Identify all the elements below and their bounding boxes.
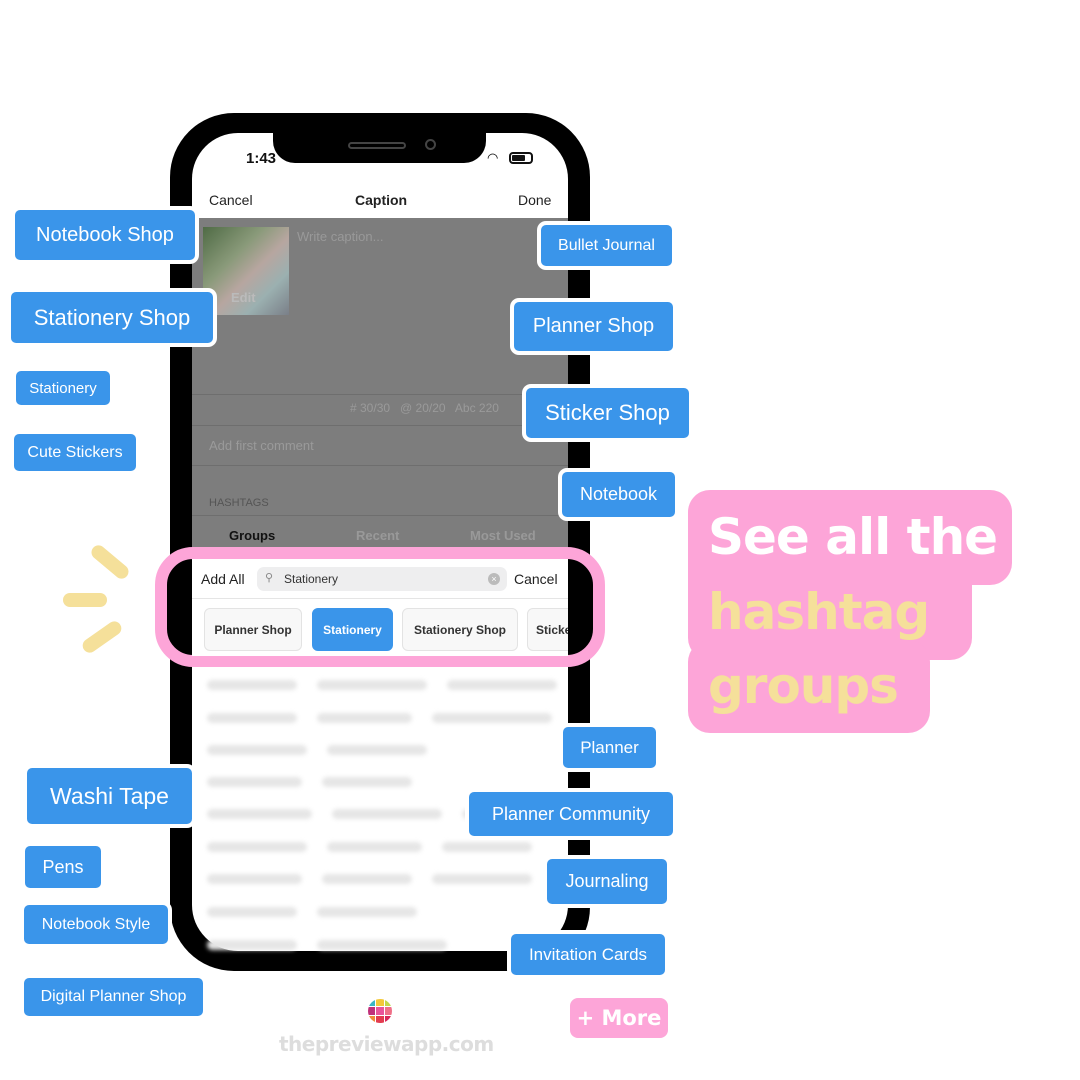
blurred-hashtag xyxy=(442,842,532,852)
clear-icon[interactable]: × xyxy=(488,573,500,585)
search-cancel-button[interactable]: Cancel xyxy=(514,571,558,587)
divider xyxy=(192,598,568,599)
hashtag-group-tag[interactable]: Stationery Shop xyxy=(11,292,213,343)
blurred-hashtag xyxy=(332,809,442,819)
chip-stationery-shop[interactable]: Stationery Shop xyxy=(402,608,518,651)
hashtags-label: HASHTAGS xyxy=(209,497,269,509)
app-logo xyxy=(368,999,392,1023)
caption-counts: # 30/30 @ 20/20 Abc 220 xyxy=(350,401,499,415)
hashtag-group-tag[interactable]: Notebook xyxy=(562,472,675,517)
chip-row: Planner Shop Stationery Stationery Shop … xyxy=(192,600,568,656)
hashtag-group-tag[interactable]: Bullet Journal xyxy=(541,225,672,266)
promo-line-2: hashtag xyxy=(708,583,930,641)
blurred-hashtag xyxy=(317,680,427,690)
blurred-hashtag xyxy=(432,874,532,884)
divider xyxy=(192,465,568,466)
hashtag-group-tag[interactable]: Pens xyxy=(25,846,101,888)
hashtag-group-tag[interactable]: Planner Shop xyxy=(514,302,673,351)
hashtag-group-tag[interactable]: Invitation Cards xyxy=(511,934,665,975)
search-value: Stationery xyxy=(284,572,339,586)
tab-groups[interactable]: Groups xyxy=(229,528,275,543)
blurred-hashtag xyxy=(432,713,552,723)
blurred-hashtag xyxy=(207,907,297,917)
hashtag-group-tag[interactable]: Journaling xyxy=(547,859,667,904)
done-button[interactable]: Done xyxy=(518,192,551,208)
hashtag-group-tag[interactable]: Planner xyxy=(563,727,656,768)
hashtag-group-tag[interactable]: Cute Stickers xyxy=(14,434,136,471)
more-button[interactable]: + More xyxy=(570,998,668,1038)
hashtag-group-tag[interactable]: Notebook Shop xyxy=(15,210,195,260)
divider xyxy=(192,515,568,516)
promo-line-1: See all the xyxy=(708,508,998,566)
hashtag-group-tag[interactable]: Stationery xyxy=(16,371,110,405)
edit-photo[interactable]: Edit xyxy=(231,290,256,305)
first-comment-input[interactable]: Add first comment xyxy=(209,438,314,453)
decor-dash xyxy=(79,618,125,656)
status-time: 1:43 xyxy=(246,150,277,167)
hashtag-group-tag[interactable]: Notebook Style xyxy=(24,905,168,944)
blurred-hashtag xyxy=(317,907,417,917)
search-icon: ⚲ xyxy=(265,572,274,584)
search-input[interactable]: ⚲ Stationery × xyxy=(257,567,507,591)
divider xyxy=(192,394,568,395)
divider xyxy=(192,425,568,426)
tab-most-used[interactable]: Most Used xyxy=(470,528,536,543)
hashtag-group-tag[interactable]: Planner Community xyxy=(469,792,673,836)
blurred-hashtag xyxy=(327,745,427,755)
page-title: Caption xyxy=(355,192,408,208)
chip-stationery-selected[interactable]: Stationery xyxy=(312,608,393,651)
blurred-hashtag xyxy=(327,842,422,852)
blurred-hashtag xyxy=(207,777,302,787)
blurred-hashtag xyxy=(207,745,307,755)
hashtag-group-tag[interactable]: Digital Planner Shop xyxy=(24,978,203,1016)
promo-line-3: groups xyxy=(708,657,899,715)
blurred-hashtag xyxy=(207,842,307,852)
hashtag-group-tag[interactable]: Sticker Shop xyxy=(526,388,689,438)
blurred-hashtag xyxy=(207,713,297,723)
blurred-hashtag xyxy=(207,809,312,819)
hashtag-group-tag[interactable]: Washi Tape xyxy=(27,768,192,824)
cancel-button[interactable]: Cancel xyxy=(209,192,253,208)
wifi-icon: ◠ xyxy=(487,150,499,165)
battery-icon xyxy=(509,152,533,164)
decor-dash xyxy=(88,542,132,582)
blurred-hashtag xyxy=(322,777,412,787)
chip-planner-shop[interactable]: Planner Shop xyxy=(204,608,302,651)
blurred-hashtag xyxy=(207,940,297,950)
add-all-button[interactable]: Add All xyxy=(201,571,245,587)
decor-dash xyxy=(63,593,107,607)
blurred-hashtag xyxy=(207,680,297,690)
blurred-hashtag xyxy=(317,713,412,723)
tab-recent[interactable]: Recent xyxy=(356,528,399,543)
chip-sticker[interactable]: Sticke xyxy=(527,608,568,651)
blurred-hashtag xyxy=(447,680,557,690)
blurred-hashtag xyxy=(207,874,302,884)
caption-input[interactable]: Write caption... xyxy=(297,229,383,244)
camera xyxy=(425,139,436,150)
blurred-hashtag xyxy=(317,940,447,950)
speaker xyxy=(348,142,406,149)
blurred-hashtag xyxy=(322,874,412,884)
brand-url: thepreviewapp.com xyxy=(279,1032,494,1056)
